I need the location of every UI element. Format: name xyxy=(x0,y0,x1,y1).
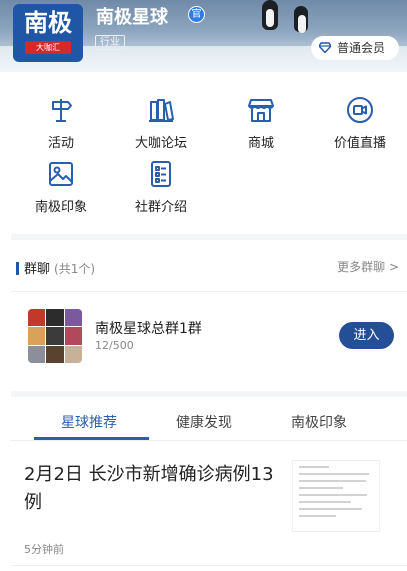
more-groups-link[interactable]: 更多群聊 > xyxy=(337,258,399,275)
live-video-icon xyxy=(347,97,373,123)
logo-subtext: 大咖汇 xyxy=(25,41,71,54)
penguin-figure xyxy=(294,6,308,33)
group-chat-label: 群聊 xyxy=(24,262,51,277)
grid-item-label: 商城 xyxy=(247,136,274,151)
group-chat-title: 群聊 (共1个) xyxy=(16,258,95,277)
group-name: 南极星球总群1群 xyxy=(95,321,202,337)
tab-impression[interactable]: 南极印象 xyxy=(291,412,347,432)
group-member-count: 12/500 xyxy=(95,339,134,352)
grid-item-label: 价值直播 xyxy=(333,136,386,151)
divider-line xyxy=(11,440,407,441)
store-icon xyxy=(248,99,274,122)
grid-item-label: 大咖论坛 xyxy=(134,136,187,151)
divider-line xyxy=(11,565,407,566)
tab-health-discover[interactable]: 健康发现 xyxy=(176,412,232,432)
books-icon xyxy=(149,99,174,122)
grid-item-community[interactable]: 社群介绍 xyxy=(121,160,201,215)
image-icon xyxy=(49,162,73,186)
group-chat-count: (共1个) xyxy=(54,262,96,276)
grid-item-label: 社群介绍 xyxy=(134,200,187,215)
grid-item-activity[interactable]: 活动 xyxy=(21,96,101,151)
category-tag: 行业 xyxy=(95,35,125,50)
grid-item-live[interactable]: 价值直播 xyxy=(320,96,400,151)
diamond-icon xyxy=(319,42,331,53)
article-thumbnail[interactable] xyxy=(292,460,380,532)
star-header: 南极 大咖汇 南极星球 官 行业 普通会员 xyxy=(0,0,407,72)
star-name: 南极星球 xyxy=(96,7,168,28)
divider-line xyxy=(11,291,407,292)
section-divider xyxy=(11,234,407,240)
article-title[interactable]: 2月2日 长沙市新增确诊病例13例 xyxy=(24,461,284,517)
grid-item-forum[interactable]: 大咖论坛 xyxy=(121,96,201,151)
article-time: 5分钟前 xyxy=(24,543,64,556)
enter-group-button[interactable]: 进入 xyxy=(339,322,394,349)
penguin-figure xyxy=(262,0,278,30)
grid-item-label: 活动 xyxy=(47,136,74,151)
grid-item-impression[interactable]: 南极印象 xyxy=(21,160,101,215)
member-button[interactable]: 普通会员 xyxy=(311,36,399,60)
signpost-icon xyxy=(52,99,72,122)
section-divider xyxy=(11,391,407,397)
star-logo: 南极 大咖汇 xyxy=(13,4,83,62)
title-accent-bar xyxy=(16,262,19,275)
tab-star-recommend[interactable]: 星球推荐 xyxy=(61,412,117,432)
logo-text: 南极 xyxy=(24,9,72,37)
group-avatar xyxy=(28,309,82,363)
official-badge-icon: 官 xyxy=(188,6,205,23)
grid-item-store[interactable]: 商城 xyxy=(221,96,301,151)
list-doc-icon xyxy=(151,161,171,187)
member-button-label: 普通会员 xyxy=(337,41,386,55)
grid-item-label: 南极印象 xyxy=(34,200,87,215)
